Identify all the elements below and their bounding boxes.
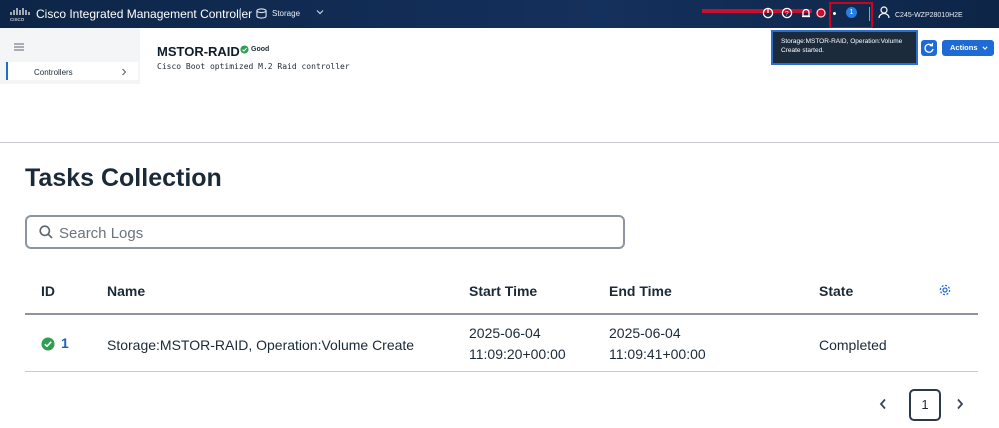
header-divider-right [869, 7, 870, 21]
sidebar-item-label: Controllers [34, 68, 73, 77]
svg-text:CISCO: CISCO [10, 17, 25, 22]
column-header-end-time[interactable]: End Time [609, 283, 672, 299]
help-icon[interactable]: ? [781, 7, 793, 19]
top-bar: CISCO Cisco Integrated Management Contro… [0, 0, 999, 29]
task-end-date: 2025-06-04 [609, 325, 681, 341]
notification-tooltip: Storage:MSTOR-RAID, Operation:Volume Cre… [771, 30, 918, 65]
svg-text:?: ? [785, 11, 789, 18]
section-divider [0, 142, 999, 143]
column-header-start-time[interactable]: Start Time [469, 283, 537, 299]
chevron-left-icon[interactable] [878, 398, 888, 410]
search-input[interactable] [59, 223, 599, 243]
power-icon[interactable] [762, 7, 774, 19]
cisco-logo-icon: CISCO [10, 8, 30, 22]
header-divider [240, 8, 241, 20]
hamburger-menu-icon[interactable] [14, 43, 24, 51]
chevron-right-icon[interactable] [955, 398, 965, 410]
device-subtitle: Cisco Boot optimized M.2 Raid controller [157, 62, 350, 71]
chevron-down-icon[interactable] [316, 8, 324, 16]
storage-icon [256, 8, 267, 19]
task-state: Completed [819, 337, 887, 353]
table-row-divider [25, 371, 978, 372]
task-start-date: 2025-06-04 [469, 325, 541, 341]
table-header-divider [25, 313, 978, 315]
breadcrumb-storage[interactable]: Storage [272, 9, 300, 18]
search-icon [39, 225, 53, 239]
notification-badge[interactable]: 1 [846, 7, 857, 18]
chevron-down-icon [982, 46, 988, 51]
column-header-state[interactable]: State [819, 283, 853, 299]
task-start-time: 11:09:20+00:00 [469, 346, 566, 362]
refresh-icon [924, 42, 934, 53]
page-title: MSTOR-RAID [157, 44, 240, 59]
refresh-button[interactable] [921, 40, 937, 56]
app-title: Cisco Integrated Management Controller [36, 7, 253, 21]
column-header-id[interactable]: ID [41, 283, 55, 299]
actions-button[interactable]: Actions [942, 40, 994, 56]
check-circle-icon [240, 45, 249, 54]
alert-bell-icon[interactable] [800, 7, 812, 19]
column-header-name[interactable]: Name [107, 283, 145, 299]
task-name: Storage:MSTOR-RAID, Operation:Volume Cre… [107, 337, 415, 353]
pagination-current-page[interactable]: 1 [909, 389, 941, 421]
user-icon[interactable] [878, 6, 890, 19]
task-id-link[interactable]: 1 [61, 335, 69, 351]
status-badge: Good [251, 46, 270, 53]
gear-icon[interactable] [938, 283, 952, 297]
alarm-icon[interactable] [815, 7, 827, 19]
host-name: C245-WZP28010H2E [895, 12, 963, 19]
task-end-time: 11:09:41+00:00 [609, 346, 706, 362]
search-box [25, 215, 625, 249]
tasks-title: Tasks Collection [25, 164, 222, 192]
actions-label: Actions [950, 43, 978, 52]
notification-dot-icon [833, 12, 836, 15]
chevron-right-icon [122, 68, 127, 76]
annotation-red-line [702, 9, 812, 13]
check-circle-icon [41, 337, 55, 351]
